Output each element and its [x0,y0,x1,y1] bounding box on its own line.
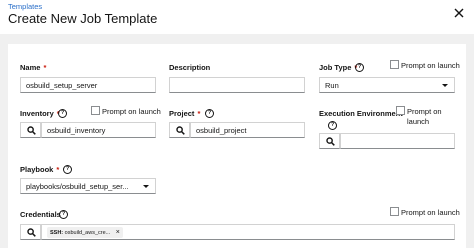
credential-chip-name: osbuild_aws_cre... [64,230,111,236]
playbook-help-icon[interactable]: ? [63,165,72,174]
name-label: Name * [20,63,47,72]
credentials-label: Credentials [20,210,61,219]
page-title: Create New Job Template [8,11,158,26]
execution-environment-prompt-text: Prompt on launch [407,107,442,126]
project-search-button[interactable] [169,122,190,138]
execution-environment-search-button[interactable] [319,133,340,149]
chip-remove-icon[interactable]: × [116,229,120,236]
project-label: Project * [169,109,201,118]
credentials-search-button[interactable] [20,224,41,240]
description-label: Description [169,63,211,72]
chevron-down-icon [143,185,149,188]
job-type-label: Job Type * [319,63,358,72]
breadcrumb-templates[interactable]: Templates [8,2,42,11]
search-icon [176,126,185,135]
name-field[interactable]: osbuild_setup_server [20,77,156,93]
chevron-down-icon [442,84,448,87]
credentials-prompt-label: Prompt on launch [401,208,460,217]
search-icon [326,137,335,146]
credential-chip: SSH: osbuild_aws_cre... × [47,227,123,238]
job-type-help-icon[interactable]: ? [355,63,364,72]
inventory-field[interactable]: osbuild_inventory [41,122,156,138]
playbook-label: Playbook * [20,165,60,174]
execution-environment-label: Execution Environment [319,109,403,118]
project-field[interactable]: osbuild_project [190,122,305,138]
credentials-help-icon[interactable]: ? [59,210,68,219]
job-template-form: Name * osbuild_setup_server Description J… [8,44,466,248]
inventory-prompt-checkbox[interactable] [91,106,100,115]
close-icon[interactable] [453,7,465,19]
name-value: osbuild_setup_server [26,81,98,90]
project-help-icon[interactable]: ? [205,109,214,118]
playbook-select[interactable]: playbooks/osbuild_setup_ser... [20,178,156,194]
inventory-help-icon[interactable]: ? [58,109,67,118]
job-type-select[interactable]: Run [319,77,455,93]
job-type-prompt-checkbox[interactable] [390,60,399,69]
search-icon [27,228,36,237]
inventory-label: Inventory * [20,109,60,118]
job-type-value: Run [325,81,339,90]
search-icon [27,126,36,135]
job-type-prompt-label: Prompt on launch [401,61,460,70]
inventory-value: osbuild_inventory [47,126,106,135]
inventory-prompt-label: Prompt on launch [102,107,161,116]
project-value: osbuild_project [196,126,247,135]
credential-chip-type: SSH: [50,230,64,236]
credentials-field[interactable]: SSH: osbuild_aws_cre... × [41,224,455,240]
playbook-value: playbooks/osbuild_setup_ser... [26,182,129,191]
inventory-search-button[interactable] [20,122,41,138]
page-header: Templates Create New Job Template [0,0,474,34]
execution-environment-prompt-checkbox[interactable] [396,106,405,115]
description-field[interactable] [169,77,305,93]
execution-environment-field[interactable] [340,133,455,149]
execution-environment-help-icon[interactable]: ? [328,121,337,130]
credentials-prompt-checkbox[interactable] [390,207,399,216]
